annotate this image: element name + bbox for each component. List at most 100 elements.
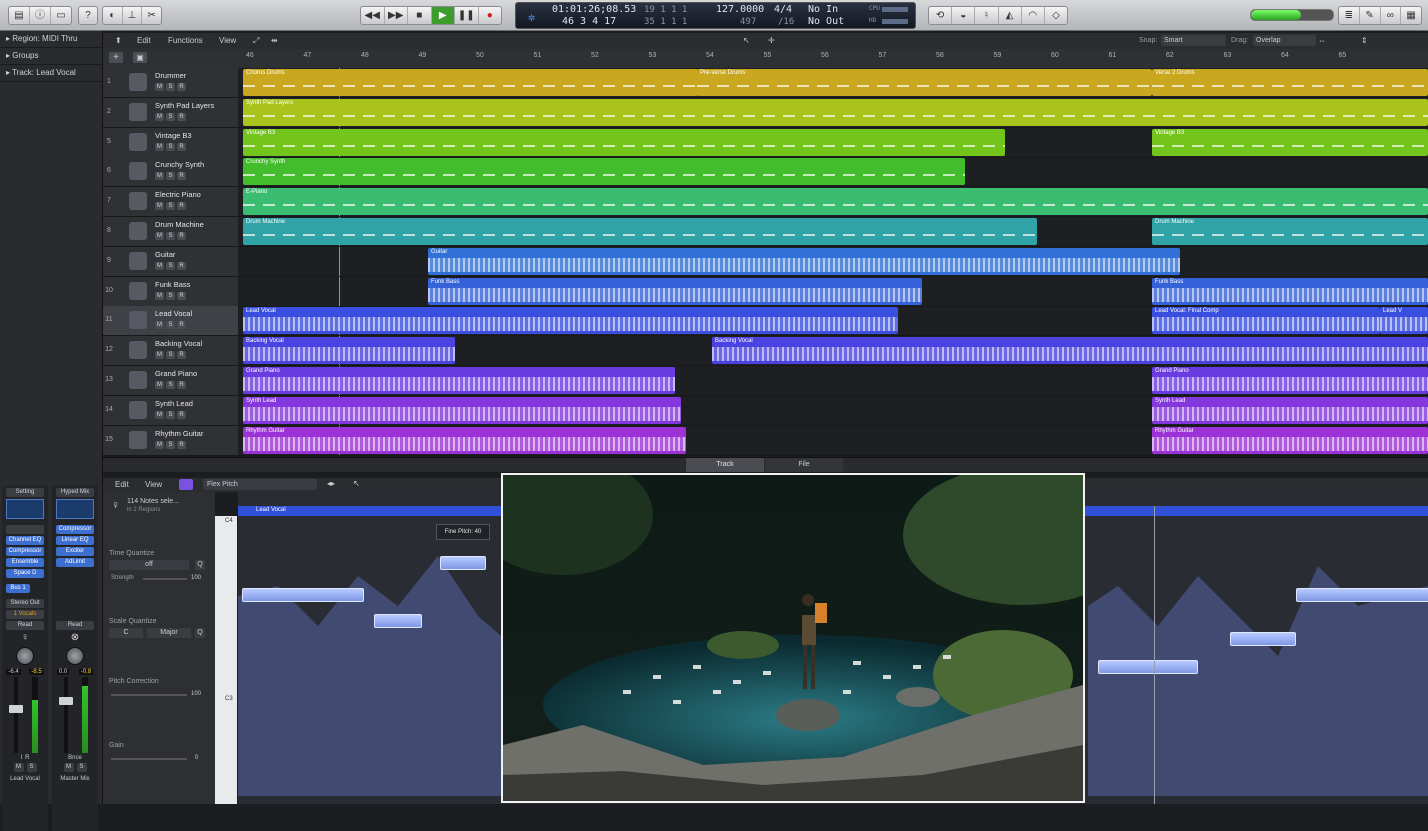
- solo-button[interactable]: S: [166, 112, 175, 121]
- edit-mode-buttons[interactable]: ◐ ⊥ ✂: [102, 6, 162, 25]
- region[interactable]: Grand Piano: [243, 367, 675, 394]
- track-header[interactable]: 7 Electric Piano M S R: [103, 187, 238, 218]
- scale-quantize-button[interactable]: Q: [195, 628, 205, 638]
- track-lane[interactable]: Rhythm Guitar Rhythm Guitar: [238, 426, 1428, 456]
- track-header[interactable]: 11 Lead Vocal M S R: [103, 306, 238, 337]
- pitch-note[interactable]: [242, 588, 364, 602]
- region[interactable]: Chorus Drums: [243, 69, 698, 96]
- flex-toggle-icon[interactable]: [179, 479, 193, 490]
- region[interactable]: Synth Lead: [243, 396, 681, 424]
- master-volume-slider[interactable]: [1250, 9, 1334, 21]
- pitch-note-selected[interactable]: [440, 556, 486, 570]
- region[interactable]: Funk Bass: [428, 277, 922, 305]
- smart-controls-icon[interactable]: ◐: [103, 7, 123, 24]
- notepad-icon[interactable]: ✎: [1360, 7, 1381, 24]
- record-button[interactable]: R: [177, 440, 186, 449]
- pointer-tool-icon[interactable]: ↖: [743, 36, 750, 45]
- record-button[interactable]: R: [177, 291, 186, 300]
- plugin-slot-1[interactable]: Channel EQ: [6, 536, 44, 545]
- view-buttons[interactable]: ▤ ⓘ ▭: [8, 6, 72, 25]
- setting-button[interactable]: Setting: [6, 488, 44, 497]
- track-header[interactable]: 8 Drum Machine M S R: [103, 217, 238, 247]
- flex-mode-select[interactable]: Flex Pitch: [203, 479, 317, 490]
- track-header[interactable]: 13 Grand Piano M S R: [103, 366, 238, 396]
- lcd-settings-icon[interactable]: ✲: [528, 10, 535, 24]
- solo-button[interactable]: S: [166, 321, 175, 330]
- rewind-button[interactable]: ◀◀: [361, 7, 385, 24]
- solo-button[interactable]: S: [166, 202, 175, 211]
- master-plugin-slot-1[interactable]: Compressor: [56, 525, 94, 534]
- track-lane[interactable]: E-Piano: [238, 187, 1428, 218]
- record-button[interactable]: R: [177, 261, 186, 270]
- region[interactable]: E-Piano: [243, 188, 1428, 216]
- master-plugin-slot-4[interactable]: AdLimit: [56, 558, 94, 567]
- inspector-region[interactable]: ▸ Region: MIDI Thru: [0, 31, 102, 48]
- master-plugin-slot-2[interactable]: Linear EQ: [56, 536, 94, 545]
- mute-button[interactable]: M: [155, 321, 164, 330]
- track-lane[interactable]: Backing Vocal Backing Vocal: [238, 336, 1428, 367]
- master-plugin-slot-3[interactable]: Exciter: [56, 547, 94, 556]
- solo-button[interactable]: S: [26, 763, 37, 772]
- plugin-slot-3[interactable]: Ensemble: [6, 558, 44, 567]
- mute-button[interactable]: M: [155, 410, 164, 419]
- master-eq-thumbnail[interactable]: [56, 499, 94, 519]
- track-header[interactable]: 1 Drummer M S R: [103, 68, 238, 98]
- key-select[interactable]: C: [109, 628, 143, 638]
- functions-menu[interactable]: Functions: [168, 36, 203, 45]
- region[interactable]: Synth Pad Layers: [243, 98, 1428, 126]
- plugin-slot-2[interactable]: Compressor: [6, 547, 44, 556]
- track-lane[interactable]: Synth Lead Synth Lead: [238, 396, 1428, 426]
- region[interactable]: Rhythm Guitar: [1152, 426, 1428, 454]
- region[interactable]: Synth Lead: [1152, 396, 1428, 424]
- solo-button[interactable]: S: [166, 83, 175, 91]
- record-button[interactable]: R: [177, 202, 186, 211]
- pitch-note[interactable]: [1230, 632, 1296, 646]
- send-slot[interactable]: Bus 1: [6, 584, 30, 593]
- time-quantize-select[interactable]: off: [109, 560, 189, 570]
- track-header[interactable]: 14 Synth Lead M S R: [103, 395, 238, 426]
- zoom-vertical-icon[interactable]: ⇕: [1361, 36, 1368, 45]
- track-header[interactable]: 2 Synth Pad Layers M S R: [103, 97, 238, 128]
- solo-button[interactable]: S: [166, 381, 175, 389]
- plugin-slot-4[interactable]: Space D: [6, 569, 44, 578]
- record-button[interactable]: R: [177, 351, 186, 360]
- track-lane[interactable]: Funk Bass Funk Bass: [238, 277, 1428, 307]
- master-setting-button[interactable]: Hyped Mix: [56, 488, 94, 497]
- region[interactable]: Crunchy Synth: [243, 158, 965, 186]
- record-button[interactable]: R: [177, 142, 186, 151]
- track-lane[interactable]: Grand Piano Grand Piano: [238, 366, 1428, 396]
- piano-keyboard[interactable]: C4 C3: [215, 516, 237, 804]
- mute-button[interactable]: M: [155, 351, 164, 360]
- track-header[interactable]: 6 Crunchy Synth M S R: [103, 157, 238, 188]
- snap-select[interactable]: Smart: [1161, 35, 1226, 46]
- solo-button[interactable]: S: [166, 410, 175, 419]
- solo-button[interactable]: S: [166, 351, 175, 360]
- region[interactable]: Drum Machine: [1152, 218, 1428, 245]
- help-icon[interactable]: ?: [78, 6, 98, 25]
- record-button[interactable]: R: [177, 83, 186, 91]
- solo-button[interactable]: S: [166, 440, 175, 449]
- track-lane[interactable]: Synth Pad Layers: [238, 98, 1428, 128]
- zoom-horizontal-icon[interactable]: ⇔: [1318, 36, 1326, 45]
- forward-button[interactable]: ▶▶: [385, 7, 408, 24]
- region[interactable]: Vintage B3: [243, 128, 1005, 156]
- region[interactable]: Rhythm Guitar: [243, 426, 686, 454]
- solo-icon[interactable]: ◭: [999, 7, 1022, 24]
- gain-slider[interactable]: [111, 758, 187, 760]
- add-track-button[interactable]: +: [109, 52, 123, 63]
- arrange-area[interactable]: Chorus Drums Pre-verse Drums Verse 2 Drums…: [238, 68, 1428, 456]
- mute-button[interactable]: M: [155, 83, 164, 91]
- pan-knob[interactable]: [16, 647, 34, 665]
- editor-edit-menu[interactable]: Edit: [115, 480, 129, 489]
- tuner-icon[interactable]: ♮: [975, 7, 999, 24]
- lcd-display[interactable]: ✲ 01:01:26;08.53 19 1 1 1 46 3 4 17 35 1…: [515, 2, 916, 29]
- record-button[interactable]: R: [177, 381, 186, 389]
- group-slot[interactable]: 1 Vocals: [6, 610, 44, 619]
- edit-menu[interactable]: Edit: [137, 36, 151, 45]
- region[interactable]: Verse 2 Drums: [1152, 69, 1428, 96]
- pencil-tool-icon[interactable]: ✛: [768, 36, 775, 45]
- midi-fx-slot[interactable]: [6, 525, 44, 534]
- pitch-note[interactable]: [1296, 588, 1428, 602]
- global-tracks-icon[interactable]: ▣: [133, 52, 147, 63]
- solo-button[interactable]: S: [166, 291, 175, 300]
